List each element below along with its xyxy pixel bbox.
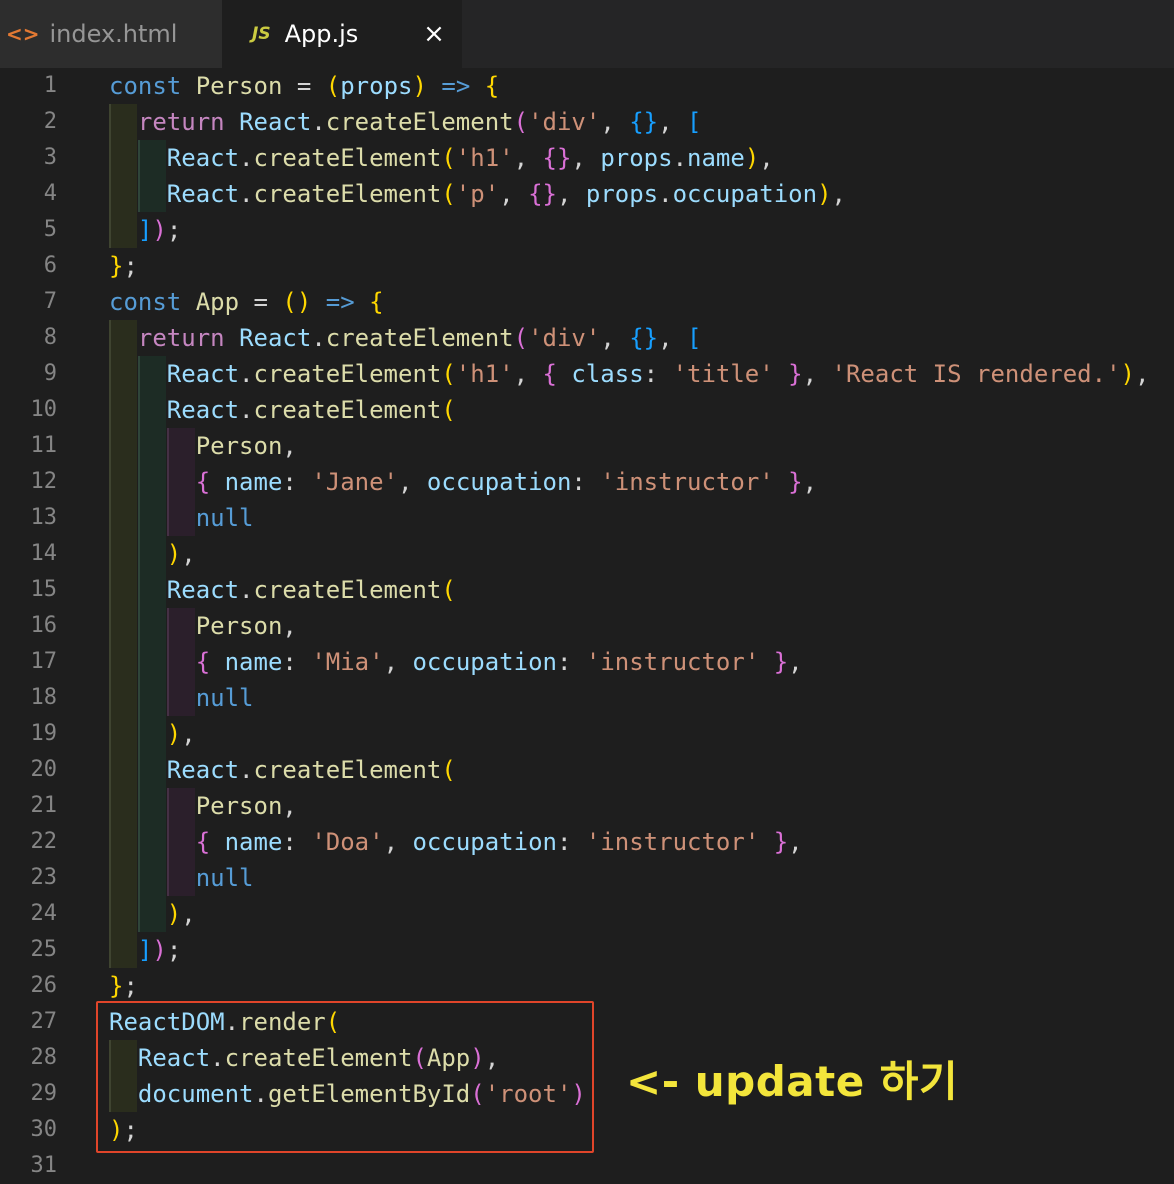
tab-label: App.js [284,20,359,48]
line-number: 25 [30,937,58,962]
code-line[interactable]: const Person = (props) => { [109,68,499,104]
code-line[interactable]: ), [109,896,196,932]
line-number: 8 [43,325,57,350]
close-icon[interactable]: × [422,20,446,48]
code-line[interactable]: null [109,860,254,896]
line-number: 4 [43,181,57,206]
code-line[interactable]: }; [109,248,138,284]
code-line[interactable]: ]); [109,212,181,248]
line-number: 14 [30,541,58,566]
line-number: 30 [30,1117,58,1142]
line-number: 17 [30,649,58,674]
code-line[interactable]: ), [109,716,196,752]
line-number: 3 [43,145,57,170]
line-number-gutter: 1 2 3 4 5 6 7 8 9 10 11 12 13 14 15 16 17 18 19 20 21 22 23 24 2… [0,68,64,1178]
code-line[interactable]: React.createElement( [109,752,456,788]
code-line[interactable]: React.createElement('p', {}, props.occup… [109,176,846,212]
code-line[interactable]: Person, [109,608,297,644]
code-line[interactable]: }; [109,968,138,1004]
line-number: 28 [30,1045,58,1070]
code-line[interactable]: return React.createElement('div', {}, [ [109,320,702,356]
code-line[interactable]: React.createElement( [109,392,456,428]
line-number: 12 [30,469,58,494]
code-editor[interactable]: 1 2 3 4 5 6 7 8 9 10 11 12 13 14 15 16 17 18 19 20 21 22 23 24 2… [0,68,1174,1178]
line-number: 26 [30,973,58,998]
tab-app-js[interactable]: JS App.js × [222,0,462,68]
tab-index-html[interactable]: <> index.html [0,0,222,68]
line-number: 11 [30,433,58,458]
tab-label: index.html [49,20,178,48]
line-number: 31 [30,1153,58,1178]
code-line[interactable]: Person, [109,788,297,824]
code-line[interactable]: const App = () => { [109,284,384,320]
line-number: 16 [30,613,58,638]
code-line[interactable]: { name: 'Doa', occupation: 'instructor' … [109,824,803,860]
code-line[interactable]: React.createElement('h1', { class: 'titl… [109,356,1150,392]
code-line[interactable]: { name: 'Mia', occupation: 'instructor' … [109,644,803,680]
line-number: 15 [30,577,58,602]
line-number: 22 [30,829,58,854]
line-number: 13 [30,505,58,530]
js-file-icon: JS [252,24,271,44]
line-number: 9 [43,361,57,386]
line-number: 20 [30,757,58,782]
annotation-text: <- update 하기 [626,1057,959,1106]
line-number: 18 [30,685,58,710]
code-line[interactable]: React.createElement('h1', {}, props.name… [109,140,774,176]
code-line[interactable]: { name: 'Jane', occupation: 'instructor'… [109,464,817,500]
line-number: 2 [43,109,57,134]
line-number: 5 [43,217,57,242]
highlight-box [96,1001,594,1153]
code-line[interactable]: ]); [109,932,181,968]
line-number: 24 [30,901,58,926]
line-number: 21 [30,793,58,818]
line-number: 27 [30,1009,58,1034]
line-number: 6 [43,253,57,278]
line-number: 19 [30,721,58,746]
code-line[interactable]: Person, [109,428,297,464]
line-number: 1 [43,73,57,98]
html-file-icon: <> [6,22,40,46]
code-line[interactable]: return React.createElement('div', {}, [ [109,104,702,140]
line-number: 23 [30,865,58,890]
code-line[interactable]: null [109,680,254,716]
code-line[interactable]: null [109,500,254,536]
line-number: 7 [43,289,57,314]
line-number: 29 [30,1081,58,1106]
code-line[interactable]: ), [109,536,196,572]
tab-bar: <> index.html JS App.js × [0,0,1174,68]
line-number: 10 [30,397,58,422]
code-line[interactable]: React.createElement( [109,572,456,608]
